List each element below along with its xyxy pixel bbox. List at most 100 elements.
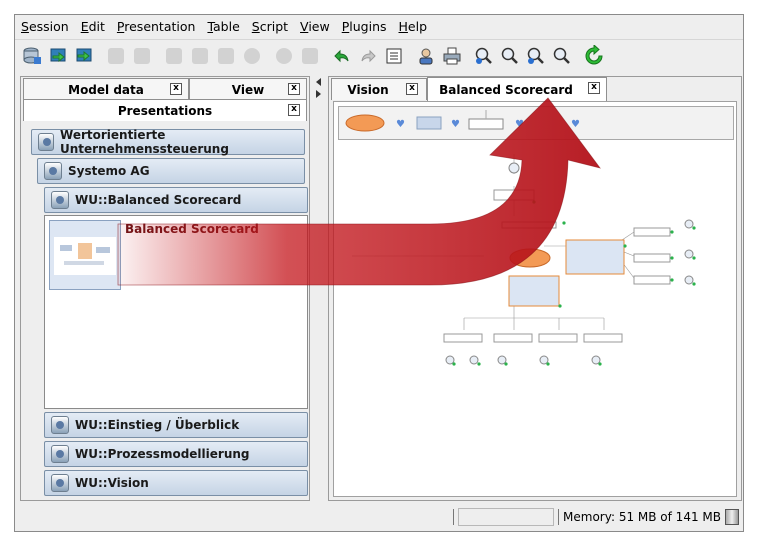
tree-item-vision[interactable]: WU::Vision xyxy=(44,470,308,496)
menu-script[interactable]: Script xyxy=(246,15,294,39)
export-button[interactable] xyxy=(73,45,95,67)
print-button[interactable] xyxy=(441,45,463,67)
memory-status: Memory: 51 MB of 141 MB xyxy=(563,510,721,524)
redo-icon xyxy=(361,49,376,63)
close-icon[interactable]: x xyxy=(288,83,300,95)
close-icon[interactable]: x xyxy=(170,83,182,95)
panel-splitter[interactable] xyxy=(313,76,325,501)
close-icon[interactable]: x xyxy=(288,104,300,116)
disabled-tool-2[interactable] xyxy=(131,45,153,67)
menu-view[interactable]: View xyxy=(294,15,336,39)
close-icon[interactable]: x xyxy=(406,83,418,95)
presentation-icon xyxy=(51,191,69,209)
tab-label: Model data xyxy=(68,82,144,97)
trash-icon[interactable] xyxy=(725,509,739,525)
presentation-icon xyxy=(51,474,69,492)
table-icon xyxy=(218,48,234,64)
import-icon xyxy=(50,48,66,63)
presentation-group-icon xyxy=(44,162,62,180)
svg-text:♥: ♥ xyxy=(571,119,580,130)
close-icon[interactable]: x xyxy=(588,82,600,94)
toolbar xyxy=(15,39,743,72)
left-panel: Model data x View x Presentations x Wert… xyxy=(20,76,310,501)
save-button[interactable] xyxy=(21,45,43,67)
import-button[interactable] xyxy=(47,45,69,67)
presentation-group-icon xyxy=(38,133,55,151)
svg-text:♥: ♥ xyxy=(515,119,524,130)
tab-label: Balanced Scorecard xyxy=(439,82,573,97)
menu-session[interactable]: Session xyxy=(15,15,75,39)
status-divider xyxy=(558,509,560,525)
tree-item-label: WU::Vision xyxy=(75,476,149,490)
diagram-palette: ♥ ♥ ♥ ♥ xyxy=(338,106,734,140)
undo-button[interactable] xyxy=(331,45,353,67)
thumbnail-preview xyxy=(54,237,116,275)
diagram-canvas[interactable]: ♥ ♥ ♥ ♥ xyxy=(333,101,737,497)
zoom-out-button[interactable] xyxy=(525,45,547,67)
tree-item-label: WU::Prozessmodellierung xyxy=(75,447,250,461)
slide-thumbnail[interactable] xyxy=(49,220,121,290)
chart-icon xyxy=(192,48,208,64)
menu-presentation[interactable]: Presentation xyxy=(111,15,202,39)
tree-item-label: Wertorientierte Unternehmenssteuerung xyxy=(60,128,229,156)
tab-label: View xyxy=(231,82,265,97)
tab-vision[interactable]: Vision x xyxy=(331,78,427,100)
right-panel: Vision x Balanced Scorecard x ♥ ♥ ♥ ♥ xyxy=(328,76,742,501)
export-icon xyxy=(76,48,92,62)
tab-view[interactable]: View x xyxy=(189,78,307,100)
statusbar: Memory: 51 MB of 141 MB xyxy=(15,503,743,531)
list-icon xyxy=(386,48,402,64)
disabled-tool-6[interactable] xyxy=(241,45,263,67)
redo-button[interactable] xyxy=(357,45,379,67)
tree-item-label: WU::Balanced Scorecard xyxy=(75,193,242,207)
object-icon xyxy=(276,48,292,64)
svg-text:♥: ♥ xyxy=(396,119,405,130)
slide-title: Balanced Scorecard xyxy=(125,222,259,236)
edit-icon xyxy=(166,48,182,64)
tree-item-wertorientierte[interactable]: Wertorientierte Unternehmenssteuerung xyxy=(31,128,305,156)
zoom-in-button[interactable] xyxy=(473,45,495,67)
disabled-tool-4[interactable] xyxy=(189,45,211,67)
tree-item-balanced-scorecard[interactable]: WU::Balanced Scorecard xyxy=(44,187,308,213)
svg-text:♥: ♥ xyxy=(451,119,460,130)
tree-item-prozessmodellierung[interactable]: WU::Prozessmodellierung xyxy=(44,441,308,467)
disabled-tool-8[interactable] xyxy=(299,45,321,67)
tree-item-systemo[interactable]: Systemo AG xyxy=(37,158,305,184)
zoom-in-icon xyxy=(475,47,492,64)
palette-shapes: ♥ ♥ ♥ ♥ xyxy=(345,110,580,132)
status-field xyxy=(458,508,555,526)
disabled-tool-3[interactable] xyxy=(163,45,185,67)
undo-icon xyxy=(334,49,349,63)
list-button[interactable] xyxy=(383,45,405,67)
refresh-icon xyxy=(585,45,603,65)
disabled-tool-5[interactable] xyxy=(215,45,237,67)
menu-edit[interactable]: Edit xyxy=(75,15,111,39)
refresh-button[interactable] xyxy=(583,45,605,67)
user-button[interactable] xyxy=(415,45,437,67)
zoom-out-icon xyxy=(527,47,544,64)
presentation-icon xyxy=(51,445,69,463)
tab-model-data[interactable]: Model data x xyxy=(23,78,189,100)
menu-table[interactable]: Table xyxy=(201,15,245,39)
print-icon xyxy=(443,47,461,65)
script-icon xyxy=(302,48,318,64)
tab-presentations[interactable]: Presentations x xyxy=(23,99,307,121)
menu-plugins[interactable]: Plugins xyxy=(336,15,393,39)
zoom-fit-button[interactable] xyxy=(551,45,573,67)
zoom-fit-icon xyxy=(553,47,570,64)
tab-label: Presentations xyxy=(117,103,213,118)
disabled-tool-1[interactable] xyxy=(105,45,127,67)
paste-icon xyxy=(134,48,150,64)
scorecard-diagram xyxy=(352,154,696,366)
user-icon xyxy=(419,48,433,65)
zoom-button[interactable] xyxy=(499,45,521,67)
application-window: Session Edit Presentation Table Script V… xyxy=(14,14,744,532)
menubar: Session Edit Presentation Table Script V… xyxy=(15,15,743,39)
tab-balanced-scorecard[interactable]: Balanced Scorecard x xyxy=(427,77,607,101)
presentation-icon xyxy=(51,416,69,434)
menu-help[interactable]: Help xyxy=(393,15,434,39)
disabled-tool-7[interactable] xyxy=(273,45,295,67)
tree-item-einstieg[interactable]: WU::Einstieg / Überblick xyxy=(44,412,308,438)
save-icon xyxy=(23,47,41,64)
presentation-list: Balanced Scorecard xyxy=(44,215,308,409)
